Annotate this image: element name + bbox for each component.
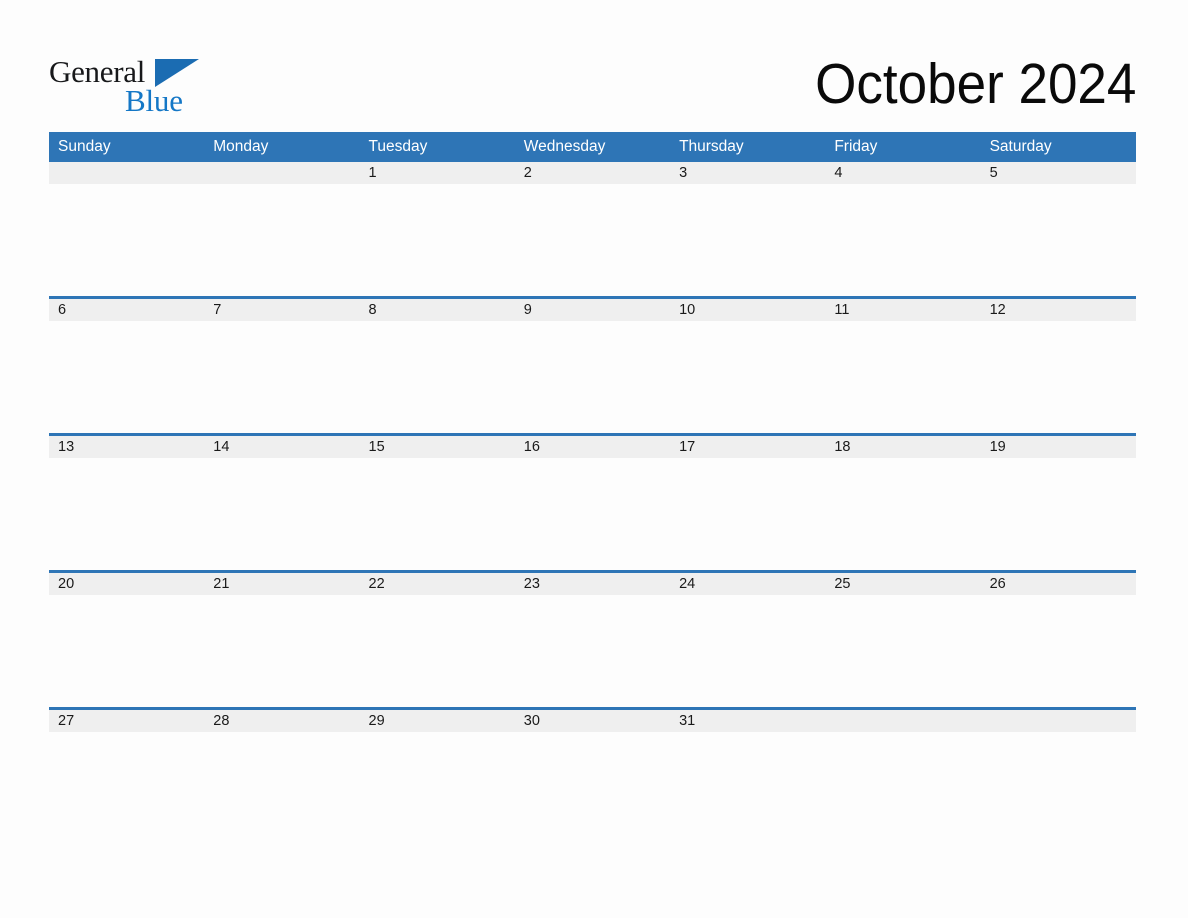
- week-row: 20 21 22 23 24 25 26: [49, 570, 1136, 707]
- week-date-band: 27 28 29 30 31: [49, 710, 1136, 732]
- day-cell-date[interactable]: 14: [204, 436, 359, 458]
- day-cell-date[interactable]: 16: [515, 436, 670, 458]
- week-row: 13 14 15 16 17 18 19: [49, 433, 1136, 570]
- weekday-header-friday: Friday: [834, 138, 878, 155]
- day-cell-date[interactable]: 26: [981, 573, 1136, 595]
- week-row: 27 28 29 30 31: [49, 707, 1136, 820]
- day-cell-date[interactable]: 20: [49, 573, 204, 595]
- day-cell-date[interactable]: 8: [360, 299, 515, 321]
- week-row: 1 2 3 4 5: [49, 162, 1136, 296]
- calendar-page: General Blue October 2024 Sunday Monday …: [0, 0, 1188, 918]
- day-cell-date[interactable]: 13: [49, 436, 204, 458]
- day-cell-date[interactable]: 2: [515, 162, 670, 184]
- day-cell-date[interactable]: 6: [49, 299, 204, 321]
- week-date-band: 20 21 22 23 24 25 26: [49, 573, 1136, 595]
- day-cell-date[interactable]: 23: [515, 573, 670, 595]
- day-cell-date[interactable]: 21: [204, 573, 359, 595]
- week-row: 6 7 8 9 10 11 12: [49, 296, 1136, 433]
- weekday-header-wednesday: Wednesday: [523, 138, 606, 155]
- weekday-header-row: Sunday Monday Tuesday Wednesday Thursday…: [49, 132, 1136, 162]
- week-date-band: 13 14 15 16 17 18 19: [49, 436, 1136, 458]
- calendar-grid: Sunday Monday Tuesday Wednesday Thursday…: [49, 132, 1136, 820]
- week-note-area[interactable]: [49, 184, 1136, 296]
- weekday-header-tuesday: Tuesday: [368, 138, 428, 155]
- day-cell-date[interactable]: [981, 710, 1136, 732]
- general-blue-logo: General Blue: [49, 52, 259, 118]
- week-date-band: 6 7 8 9 10 11 12: [49, 299, 1136, 321]
- day-cell-date[interactable]: 25: [825, 573, 980, 595]
- day-cell-date[interactable]: 18: [825, 436, 980, 458]
- day-cell-date[interactable]: [825, 710, 980, 732]
- page-header: General Blue October 2024: [49, 52, 1136, 118]
- day-cell-date[interactable]: 17: [670, 436, 825, 458]
- day-cell-date[interactable]: 7: [204, 299, 359, 321]
- week-note-area[interactable]: [49, 595, 1136, 707]
- day-cell-date[interactable]: [204, 162, 359, 184]
- weekday-header-thursday: Thursday: [679, 138, 744, 155]
- day-cell-date[interactable]: 30: [515, 710, 670, 732]
- day-cell-date[interactable]: 4: [825, 162, 980, 184]
- weekday-header-saturday: Saturday: [989, 138, 1052, 155]
- week-date-band: 1 2 3 4 5: [49, 162, 1136, 184]
- day-cell-date[interactable]: 28: [204, 710, 359, 732]
- week-note-area[interactable]: [49, 458, 1136, 570]
- day-cell-date[interactable]: 19: [981, 436, 1136, 458]
- day-cell-date[interactable]: 12: [981, 299, 1136, 321]
- weekday-header-monday: Monday: [213, 138, 269, 155]
- day-cell-date[interactable]: 31: [670, 710, 825, 732]
- day-cell-date[interactable]: 1: [360, 162, 515, 184]
- day-cell-date[interactable]: 5: [981, 162, 1136, 184]
- day-cell-date[interactable]: 27: [49, 710, 204, 732]
- logo-text-blue: Blue: [125, 83, 183, 118]
- day-cell-date[interactable]: 3: [670, 162, 825, 184]
- day-cell-date[interactable]: 24: [670, 573, 825, 595]
- day-cell-date[interactable]: 22: [360, 573, 515, 595]
- day-cell-date[interactable]: [49, 162, 204, 184]
- week-note-area[interactable]: [49, 732, 1136, 820]
- day-cell-date[interactable]: 9: [515, 299, 670, 321]
- day-cell-date[interactable]: 15: [360, 436, 515, 458]
- day-cell-date[interactable]: 10: [670, 299, 825, 321]
- page-title: October 2024: [814, 52, 1136, 116]
- day-cell-date[interactable]: 11: [825, 299, 980, 321]
- weekday-header-sunday: Sunday: [58, 138, 111, 155]
- day-cell-date[interactable]: 29: [360, 710, 515, 732]
- week-note-area[interactable]: [49, 321, 1136, 433]
